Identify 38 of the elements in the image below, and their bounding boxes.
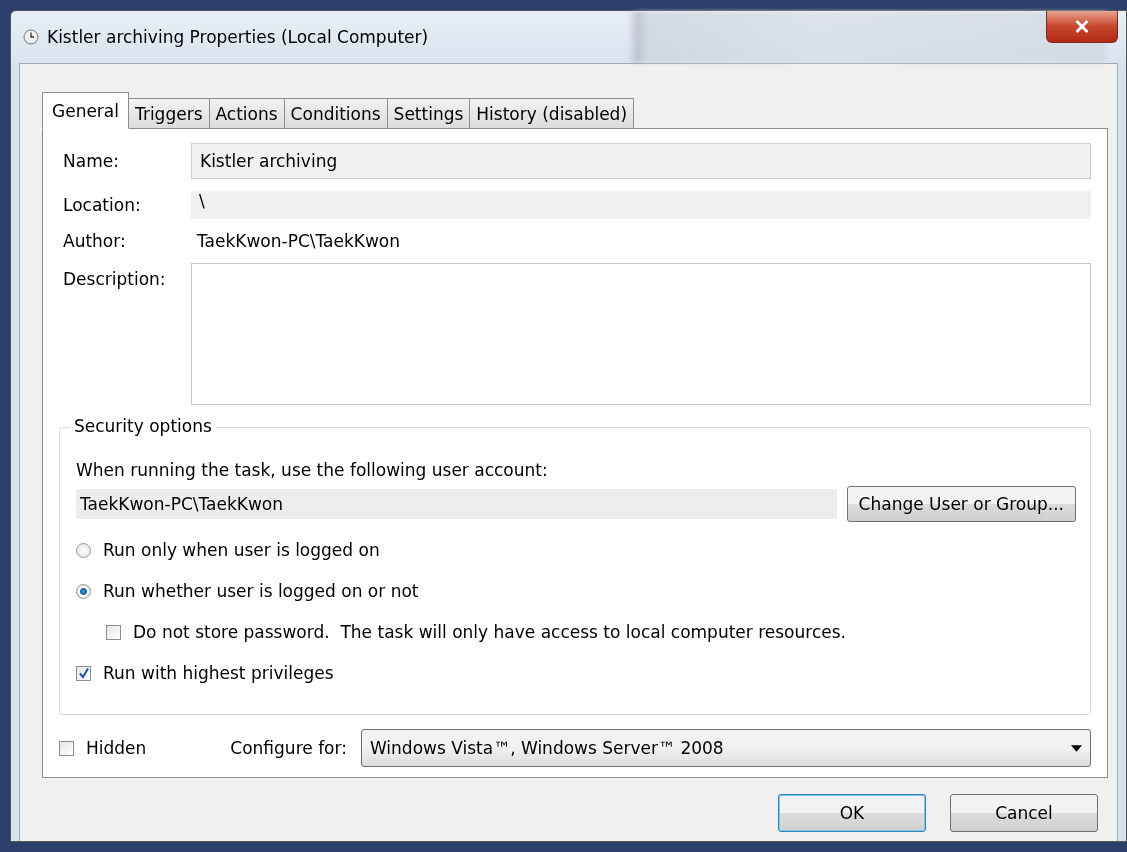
tab[interactable]: Actions	[209, 98, 285, 129]
dialog-button[interactable]: Cancel	[950, 794, 1098, 832]
close-button[interactable]	[1046, 11, 1118, 43]
option-label: Do not store password. The task will only have access to local computer resources.	[133, 622, 846, 642]
location-field[interactable]: \	[191, 191, 1091, 219]
checkbox[interactable]	[76, 665, 91, 681]
option-label: Run whether user is logged on or not	[103, 581, 419, 601]
author-value: TaekKwon-PC\TaekKwon	[196, 231, 402, 251]
window-title: Kistler archiving Properties (Local Computer)	[47, 27, 429, 47]
field-label: Description:	[63, 268, 167, 289]
dropdown-value: Windows Vista™, Windows Server™ 2008	[369, 738, 724, 758]
account-field[interactable]: TaekKwon-PC\TaekKwon	[76, 489, 837, 519]
radio-button[interactable]	[76, 542, 91, 558]
tab[interactable]: History (disabled)	[470, 98, 635, 129]
checkbox[interactable]	[59, 740, 74, 756]
field-label: Name:	[63, 151, 120, 171]
option-label: Run with highest privileges	[103, 663, 334, 683]
tab[interactable]: General	[42, 92, 129, 129]
prompt-text: When running the task, use the following user account:	[76, 460, 549, 480]
group-title: Security options	[70, 416, 216, 436]
option-label: Run only when user is logged on	[103, 540, 380, 560]
field-label: Author:	[63, 231, 127, 251]
dialog-button[interactable]: OK	[778, 794, 926, 832]
checkbox[interactable]	[106, 624, 121, 640]
close-icon	[1074, 20, 1090, 33]
field-label: Configure for:	[230, 738, 347, 758]
change-user-button[interactable]: Change User or Group...	[846, 486, 1076, 522]
clock-icon	[23, 29, 39, 45]
description-field[interactable]	[191, 263, 1091, 405]
tab[interactable]: Settings	[387, 98, 471, 129]
tab[interactable]: Conditions	[284, 98, 388, 129]
tab[interactable]: Triggers	[129, 98, 210, 129]
option-label: Hidden	[86, 738, 147, 758]
field-label: Location:	[63, 195, 142, 215]
caret-icon	[1071, 744, 1082, 752]
radio-button[interactable]	[76, 583, 91, 599]
name-field[interactable]: Kistler archiving	[191, 143, 1091, 179]
configure-dropdown[interactable]: Windows Vista™, Windows Server™ 2008	[360, 729, 1091, 767]
